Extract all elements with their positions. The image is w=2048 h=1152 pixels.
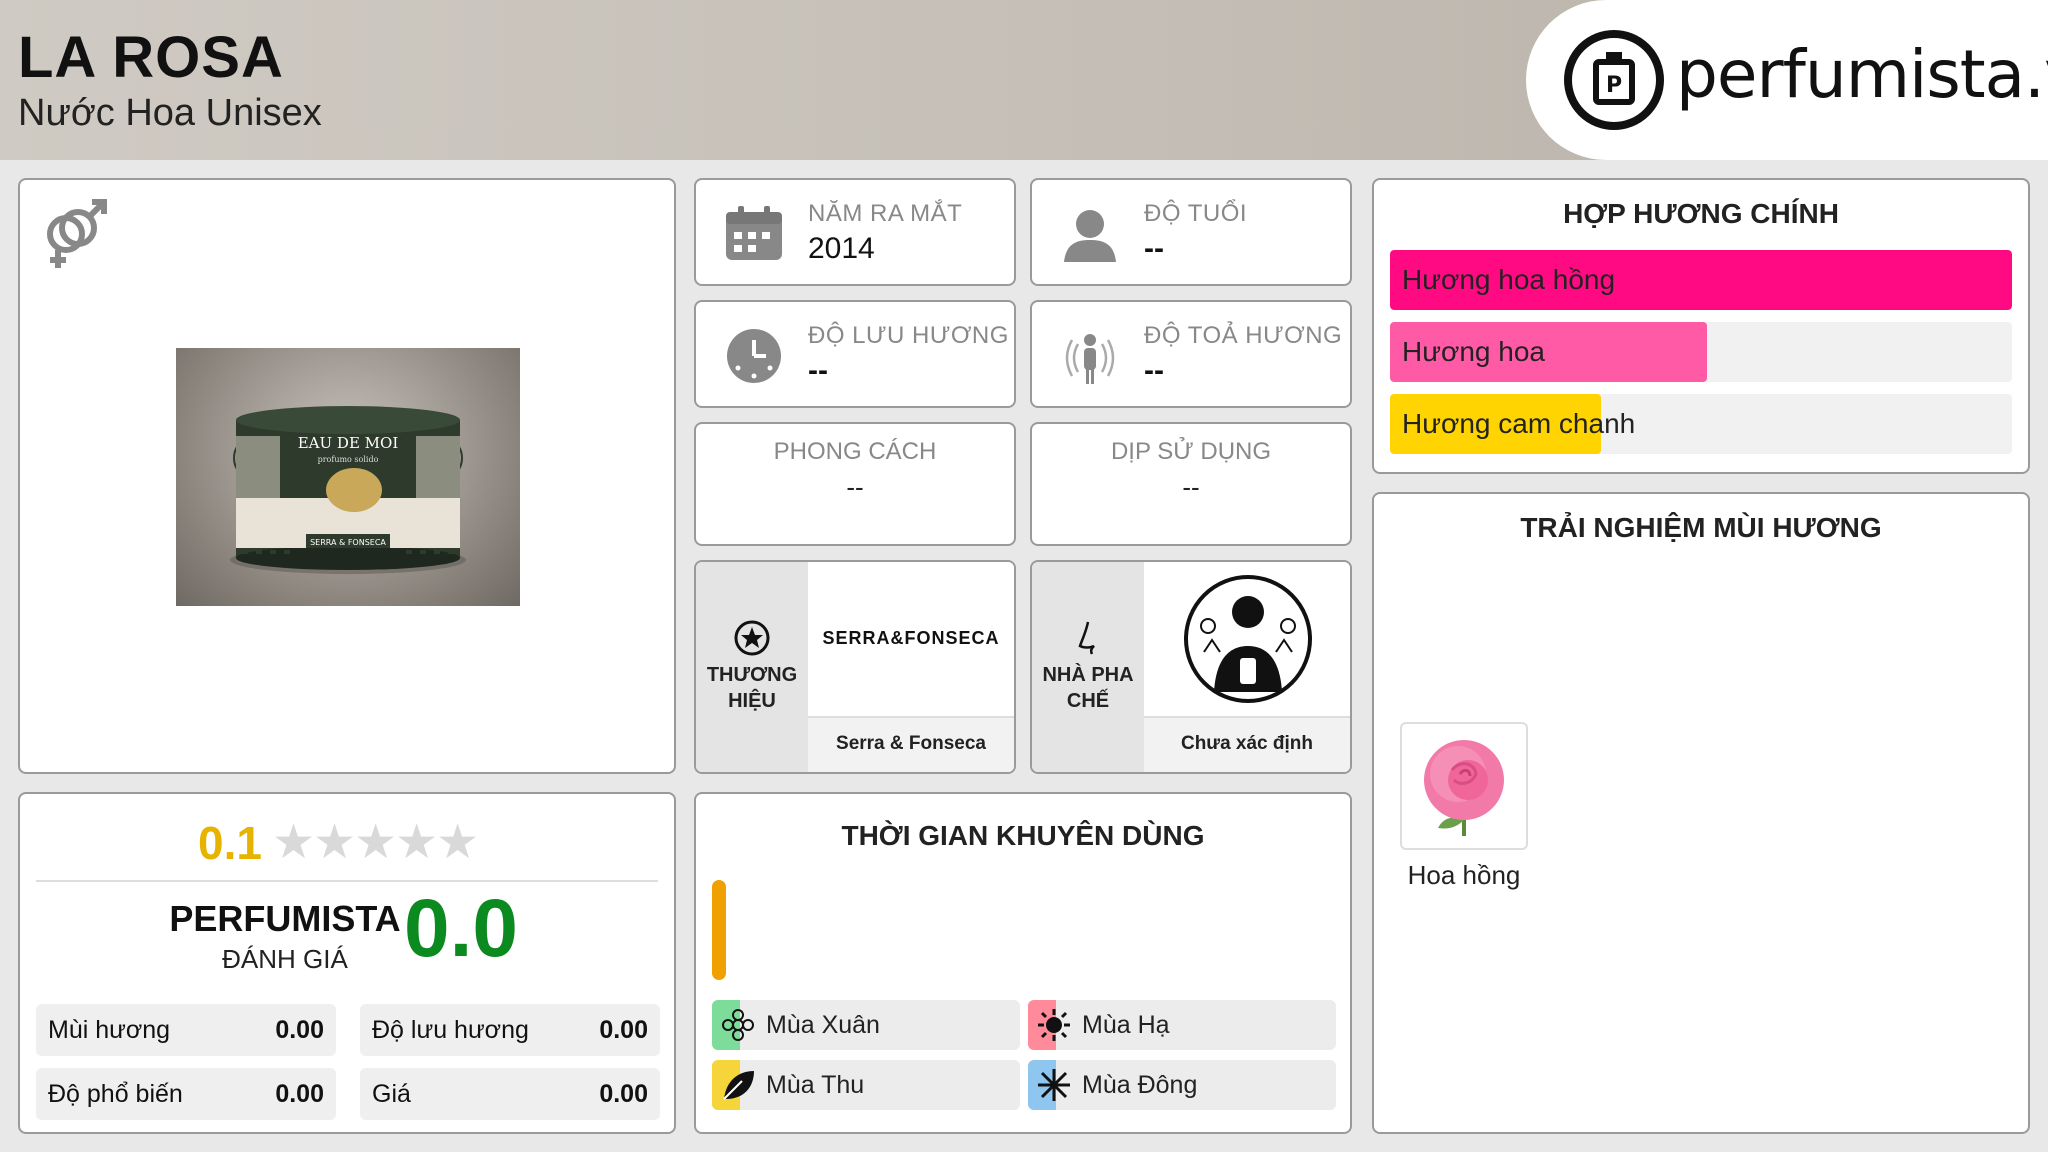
logo-text: perfumista.vn: [1676, 36, 2048, 113]
time-indicator-bar: [712, 880, 726, 980]
star-icon[interactable]: ★: [313, 816, 356, 869]
main-accords-card: HỢP HƯƠNG CHÍNH Hương hoa hồng Hương hoa H…: [1372, 178, 2030, 474]
perfumer-label: NHÀ PHA CHẾ: [1042, 664, 1134, 712]
sillage-title: ĐỘ TOẢ HƯƠNG: [1144, 322, 1343, 349]
sillage-value: --: [1144, 354, 1164, 387]
age-value: --: [1144, 232, 1164, 265]
sillage-card: ĐỘ TOẢ HƯƠNG --: [1030, 300, 1352, 408]
leaf-icon: [723, 1071, 754, 1100]
metric-price: Giá 0.00: [360, 1068, 660, 1120]
season-winter: Mùa Đông: [1028, 1060, 1336, 1110]
product-card: EAU DE MOI profumo solido SERRA & FONSEC…: [18, 178, 676, 774]
longevity-card: ĐỘ LƯU HƯƠNG --: [694, 300, 1016, 408]
season-autumn: Mùa Thu: [712, 1060, 1020, 1110]
metric-popularity: Độ phổ biến 0.00: [36, 1068, 336, 1120]
accord-row: Hương hoa hồng: [1390, 250, 2012, 310]
accord-label: Hương hoa: [1402, 336, 1545, 367]
star-badge-icon: [734, 620, 770, 656]
rose-icon[interactable]: [1400, 722, 1528, 850]
person-icon: [1064, 210, 1116, 262]
perfumer-name[interactable]: Chưa xác định: [1144, 716, 1350, 772]
svg-text:P: P: [1606, 73, 1622, 98]
recommended-time-card: THỜI GIAN KHUYÊN DÙNG Mùa Xuân Mùa Hạ Mù…: [694, 792, 1352, 1134]
metric-scent: Mùi hương 0.00: [36, 1004, 336, 1056]
longevity-title: ĐỘ LƯU HƯƠNG: [808, 322, 1009, 349]
accord-row: Hương hoa: [1390, 322, 2012, 382]
brand-name[interactable]: Serra & Fonseca: [808, 716, 1014, 772]
perfumista-score: 0.0: [404, 883, 518, 974]
sun-icon: [1038, 1009, 1070, 1041]
launch-year-title: NĂM RA MẮT: [808, 200, 963, 227]
brand-side-panel: THƯƠNG HIỆU: [696, 562, 808, 772]
perfumer-side-panel: NHÀ PHA CHẾ: [1032, 562, 1144, 772]
style-value: --: [846, 472, 864, 502]
clock-icon: [727, 329, 781, 383]
brand-logo-image: SERRA&FONSECA: [808, 562, 1014, 716]
star-icon[interactable]: ★: [436, 816, 479, 869]
accord-label: Hương hoa hồng: [1402, 264, 1616, 295]
longevity-value: --: [808, 354, 828, 387]
star-icon[interactable]: ★: [272, 816, 315, 869]
star-rating[interactable]: ★★★★★: [272, 814, 479, 870]
perfumer-card[interactable]: NHÀ PHA CHẾ Chưa xác định: [1030, 560, 1352, 774]
accord-label: Hương cam chanh: [1402, 408, 1636, 439]
nose-icon: [1078, 621, 1095, 655]
scent-experience-title: TRẢI NGHIỆM MÙI HƯƠNG: [1520, 512, 1882, 543]
occasion-card: DỊP SỬ DỤNG --: [1030, 422, 1352, 546]
metric-longevity: Độ lưu hương 0.00: [360, 1004, 660, 1056]
season-spring: Mùa Xuân: [712, 1000, 1020, 1050]
launch-year-card: NĂM RA MẮT 2014: [694, 178, 1016, 286]
male-female-icon: [47, 199, 107, 268]
sillage-icon: [1065, 334, 1115, 384]
calendar-icon: [726, 206, 782, 260]
perfume-bottle-logo-icon: P: [1564, 30, 1664, 130]
snowflake-icon: [1038, 1069, 1070, 1101]
brand-label: THƯƠNG HIỆU: [706, 664, 798, 712]
accord-row: Hương cam chanh: [1390, 394, 2012, 454]
star-icon[interactable]: ★: [354, 816, 397, 869]
season-summer: Mùa Hạ: [1028, 1000, 1336, 1050]
age-card: ĐỘ TUỔI --: [1030, 178, 1352, 286]
age-title: ĐỘ TUỔI: [1144, 200, 1248, 227]
recommended-time-title: THỜI GIAN KHUYÊN DÙNG: [841, 820, 1205, 851]
brand-card[interactable]: THƯƠNG HIỆU SERRA&FONSECA Serra & Fonseca: [694, 560, 1016, 774]
note-label-rose: Hoa hồng: [1407, 860, 1521, 890]
scent-experience-card: TRẢI NGHIỆM MÙI HƯƠNG Hoa hồng: [1372, 492, 2030, 1134]
product-image: EAU DE MOI profumo solido SERRA & FONSEC…: [176, 348, 520, 606]
style-title: PHONG CÁCH: [773, 438, 937, 465]
product-image-sub: profumo solido: [318, 455, 379, 464]
user-score: 0.1: [198, 817, 262, 869]
launch-year-value: 2014: [808, 232, 875, 265]
product-image-brand: SERRA & FONSECA: [310, 538, 386, 547]
perfumer-avatar: [1144, 562, 1350, 716]
perfumista-sub-label: ĐÁNH GIÁ: [222, 944, 348, 974]
page-title: LA ROSA: [18, 25, 284, 90]
rating-divider: [36, 880, 658, 882]
star-icon[interactable]: ★: [395, 816, 438, 869]
style-card: PHONG CÁCH --: [694, 422, 1016, 546]
occasion-title: DỊP SỬ DỤNG: [1110, 438, 1272, 465]
flower-icon: [722, 1009, 754, 1041]
site-logo[interactable]: P perfumista.vn: [1526, 0, 2048, 160]
occasion-value: --: [1182, 472, 1200, 502]
header: LA ROSA Nước Hoa Unisex P perfumista.vn: [0, 0, 2048, 160]
product-image-label: EAU DE MOI: [298, 434, 399, 452]
rating-card: 0.1 ★★★★★ PERFUMISTA ĐÁNH GIÁ 0.0 Mùi hư…: [18, 792, 676, 1134]
main-accords-title: HỢP HƯƠNG CHÍNH: [1563, 198, 1839, 229]
page-subtitle: Nước Hoa Unisex: [18, 92, 322, 134]
perfumista-label: PERFUMISTA: [169, 898, 401, 939]
brand-logo-text: SERRA&FONSECA: [822, 628, 1000, 648]
